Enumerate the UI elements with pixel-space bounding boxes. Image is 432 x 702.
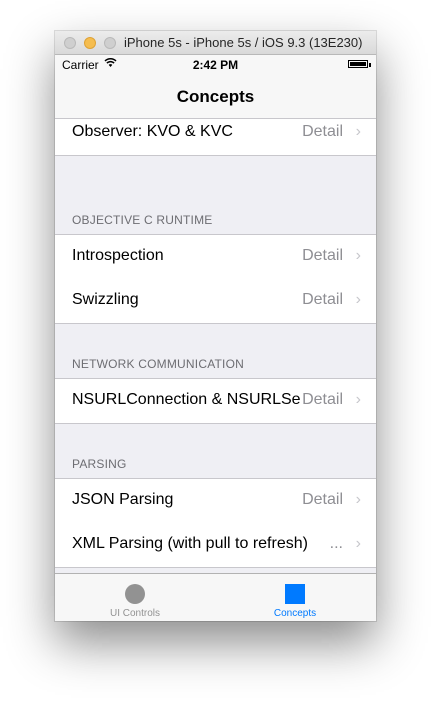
divider <box>55 323 376 324</box>
row-detail: Detail <box>302 391 343 409</box>
section-header-network: NETWORK COMMUNICATION <box>72 357 244 371</box>
tab-ui-controls[interactable]: UI Controls <box>55 574 215 621</box>
square-icon <box>285 584 305 604</box>
row-label: Observer: KVO & KVC <box>72 123 233 140</box>
divider <box>55 423 376 424</box>
chevron-right-icon: › <box>355 291 361 308</box>
chevron-right-icon: › <box>355 247 361 264</box>
chevron-right-icon: › <box>355 391 361 408</box>
minimize-window-button[interactable] <box>84 37 96 49</box>
tab-label: UI Controls <box>109 608 160 619</box>
navigation-bar: Concepts <box>55 75 376 119</box>
table-row-xml[interactable]: XML Parsing (with pull to refresh) ... › <box>55 523 376 567</box>
simulator-window: iPhone 5s - iPhone 5s / iOS 9.3 (13E230)… <box>55 31 376 621</box>
section-header-parsing: PARSING <box>72 457 127 471</box>
row-label: NSURLConnection & NSURLSession <box>72 391 300 408</box>
row-label: XML Parsing (with pull to refresh) <box>72 535 308 552</box>
chevron-right-icon: › <box>355 535 361 552</box>
row-detail: Detail <box>302 123 343 141</box>
table-row-introspection[interactable]: Introspection Detail › <box>55 235 376 279</box>
tab-bar: UI Controls Concepts <box>55 573 376 621</box>
concepts-table[interactable]: Observer: KVO & KVC Detail › OBJECTIVE C… <box>55 119 376 573</box>
row-detail: ... <box>329 535 343 553</box>
window-titlebar: iPhone 5s - iPhone 5s / iOS 9.3 (13E230) <box>55 31 376 55</box>
close-window-button[interactable] <box>64 37 76 49</box>
row-label: JSON Parsing <box>72 491 174 508</box>
row-detail: Detail <box>302 291 343 309</box>
table-row-nsurl[interactable]: NSURLConnection & NSURLSession Detail › <box>55 379 376 423</box>
row-detail: Detail <box>302 491 343 509</box>
status-bar: Carrier 2:42 PM <box>55 55 376 75</box>
window-title: iPhone 5s - iPhone 5s / iOS 9.3 (13E230) <box>124 35 363 50</box>
divider <box>55 567 376 568</box>
battery-tip <box>369 63 371 67</box>
table-row-observer[interactable]: Observer: KVO & KVC Detail › <box>55 119 376 155</box>
section-header-objc-runtime: OBJECTIVE C RUNTIME <box>72 213 213 227</box>
tab-concepts[interactable]: Concepts <box>215 574 375 621</box>
table-row-json[interactable]: JSON Parsing Detail › <box>55 479 376 523</box>
row-label: Introspection <box>72 247 164 264</box>
tab-label: Concepts <box>273 608 317 619</box>
row-label: Swizzling <box>72 291 139 308</box>
page-title: Concepts <box>176 87 255 106</box>
chevron-right-icon: › <box>355 491 361 508</box>
battery-icon <box>348 60 368 68</box>
zoom-window-button[interactable] <box>104 37 116 49</box>
table-row-swizzling[interactable]: Swizzling Detail › <box>55 279 376 323</box>
row-detail: Detail <box>302 247 343 265</box>
divider <box>55 155 376 156</box>
status-time: 2:42 PM <box>192 58 239 72</box>
chevron-right-icon: › <box>355 123 361 140</box>
circle-icon <box>125 584 145 604</box>
